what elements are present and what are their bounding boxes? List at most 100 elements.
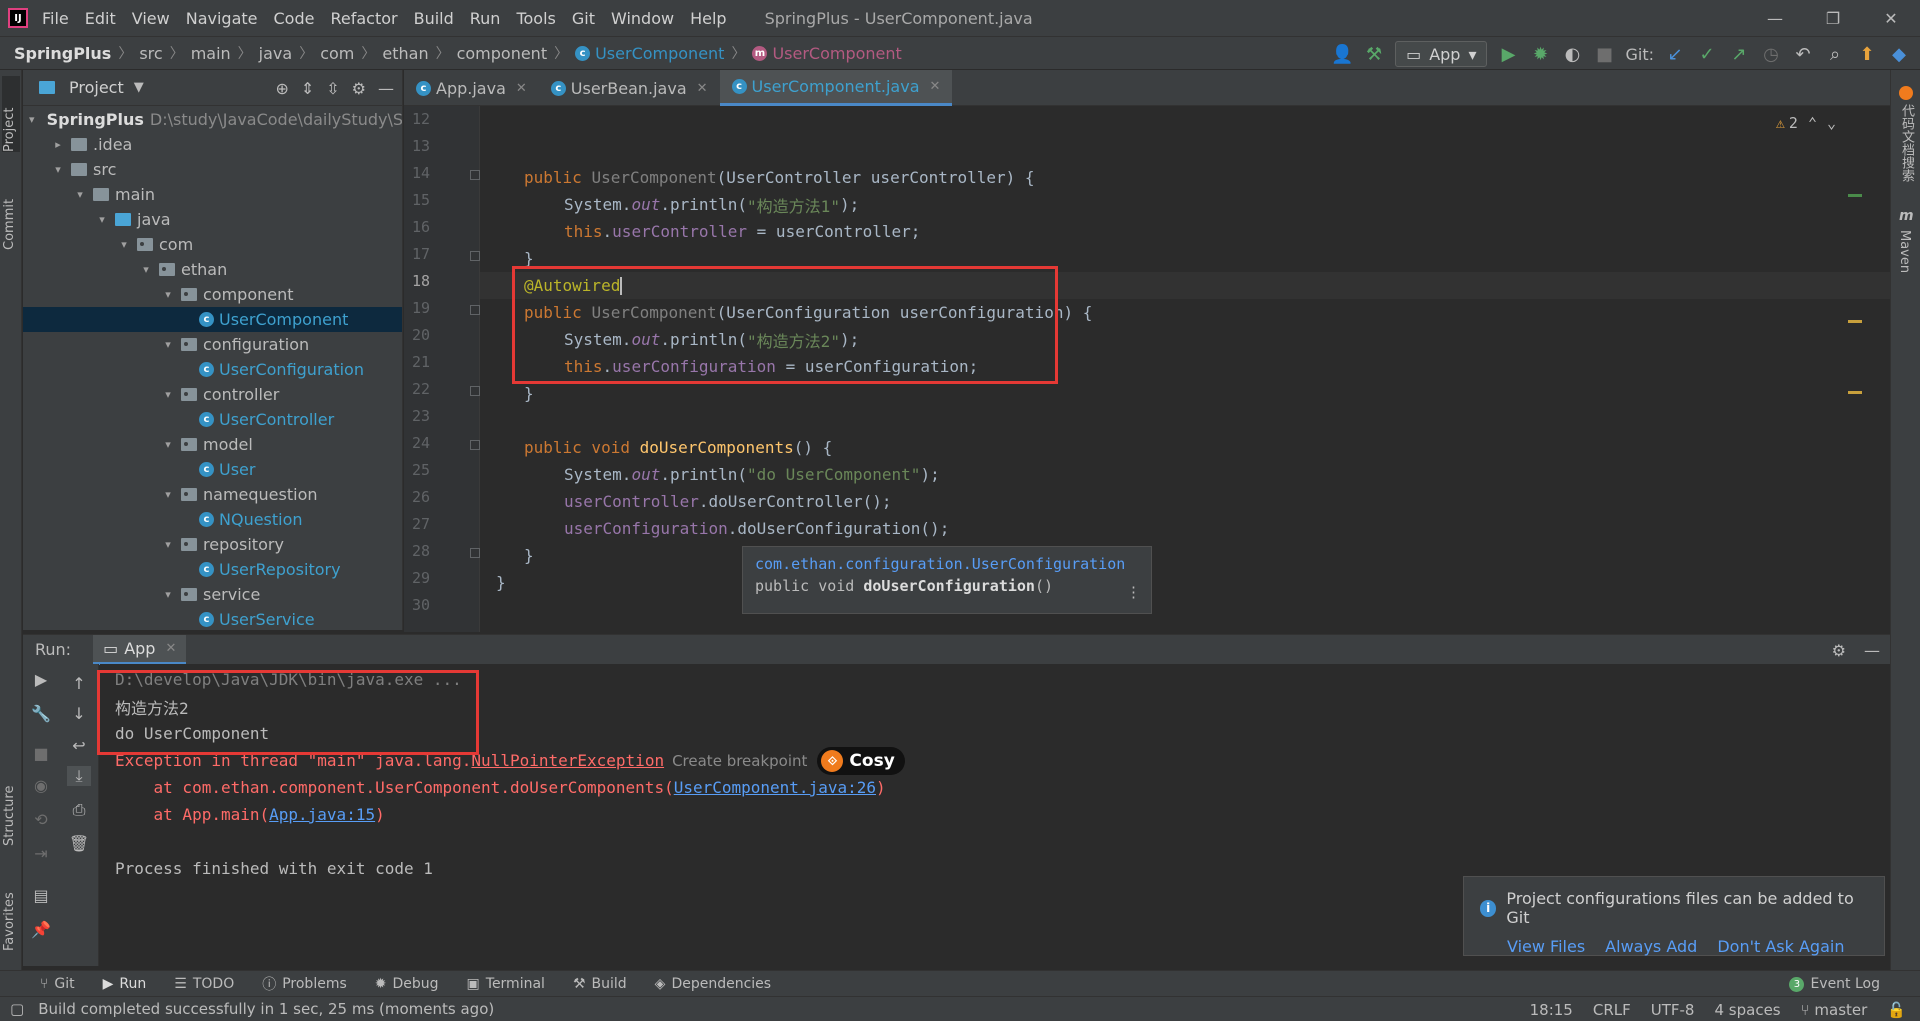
git-commit-check-icon[interactable]: ✓ xyxy=(1696,44,1718,65)
maven-tool-tab[interactable]: Maven xyxy=(1897,230,1912,273)
tree-item-main[interactable]: ▾ main xyxy=(23,182,402,207)
breadcrumb-project[interactable]: SpringPlus xyxy=(14,44,111,63)
doc-search-tool-tab[interactable]: 代码文档搜索 xyxy=(1897,104,1916,182)
dont-ask-again-link[interactable]: Don't Ask Again xyxy=(1717,937,1844,956)
menu-git[interactable]: Git xyxy=(572,9,595,28)
tree-item-java[interactable]: ▾ java xyxy=(23,207,402,232)
git-update-icon[interactable]: ↙ xyxy=(1664,44,1686,65)
soft-wrap-icon[interactable]: ↩ xyxy=(67,736,91,755)
cosy-button[interactable]: ⟐ Cosy xyxy=(817,746,905,775)
fold-marker-icon[interactable] xyxy=(470,170,480,180)
tree-item-usercomponent[interactable]: c UserComponent xyxy=(23,307,402,332)
tree-item-namequestion[interactable]: ▾ namequestion xyxy=(23,482,402,507)
breadcrumb-main[interactable]: main xyxy=(191,44,231,63)
toolwindow-debug[interactable]: ✹ Debug xyxy=(375,976,439,992)
minimize-icon[interactable]: — xyxy=(1746,0,1804,36)
run-configuration-select[interactable]: ▭ App ▾ xyxy=(1395,41,1488,67)
hint-class-name[interactable]: com.ethan.configuration.UserConfiguratio… xyxy=(755,555,1139,573)
create-breakpoint-link[interactable]: Create breakpoint xyxy=(672,752,807,770)
tree-item-ethan[interactable]: ▾ ethan xyxy=(23,257,402,282)
tab-userbean-java[interactable]: c UserBean.java ✕ xyxy=(539,70,720,106)
tree-item-com[interactable]: ▾ com xyxy=(23,232,402,257)
tree-item-model[interactable]: ▾ model xyxy=(23,432,402,457)
toggle-tool-windows-icon[interactable]: ▢ xyxy=(10,1000,24,1018)
close-tab-icon[interactable]: ✕ xyxy=(165,641,176,656)
tab-usercomponent-java[interactable]: c UserComponent.java ✕ xyxy=(719,70,953,106)
menu-view[interactable]: View xyxy=(132,9,170,28)
expand-all-icon[interactable]: ⇕ xyxy=(301,79,314,98)
plugin-logo-icon[interactable]: ◆ xyxy=(1888,44,1910,65)
breadcrumb-com[interactable]: com xyxy=(320,44,354,63)
project-tool-tab[interactable]: Project xyxy=(2,76,20,152)
commit-tool-tab[interactable]: Commit xyxy=(2,170,20,250)
camera-icon[interactable]: ◉ xyxy=(29,776,53,795)
rollback-icon[interactable]: ↶ xyxy=(1792,44,1814,65)
breadcrumb-component[interactable]: component xyxy=(457,44,548,63)
close-window-icon[interactable]: ✕ xyxy=(1862,0,1920,36)
locate-target-icon[interactable]: ⊕ xyxy=(275,79,288,98)
editor-scrollbar[interactable] xyxy=(1848,106,1862,632)
fold-marker-icon[interactable] xyxy=(470,251,480,261)
search-icon[interactable]: ⌕ xyxy=(1824,44,1846,65)
tab-app-java[interactable]: c App.java ✕ xyxy=(404,70,539,106)
chevron-down-icon[interactable]: ▼ xyxy=(134,80,144,95)
tree-item-configuration[interactable]: ▾ configuration xyxy=(23,332,402,357)
tree-item-userservice[interactable]: c UserService xyxy=(23,607,402,630)
exit-icon[interactable]: ⇥ xyxy=(29,844,53,863)
fold-marker-icon[interactable] xyxy=(470,440,480,450)
file-encoding[interactable]: UTF-8 xyxy=(1651,1001,1695,1019)
tree-item-component[interactable]: ▾ component xyxy=(23,282,402,307)
restore-layout-icon[interactable]: ⟲ xyxy=(29,810,53,829)
stacktrace-link[interactable]: UserComponent.java:26 xyxy=(674,778,876,797)
stop-icon[interactable]: ■ xyxy=(29,744,53,763)
tree-item-root[interactable]: ▾ SpringPlus D:\study\JavaCode\dailyStudy… xyxy=(23,107,402,132)
lock-icon[interactable]: 🔓 xyxy=(1887,1001,1906,1019)
breadcrumb-class[interactable]: UserComponent xyxy=(595,44,724,63)
menu-run[interactable]: Run xyxy=(470,9,501,28)
tree-item-controller[interactable]: ▾ controller xyxy=(23,382,402,407)
view-files-link[interactable]: View Files xyxy=(1507,937,1585,956)
close-tab-icon[interactable]: ✕ xyxy=(516,81,527,96)
caret-position[interactable]: 18:15 xyxy=(1530,1001,1573,1019)
coverage-icon[interactable]: ◐ xyxy=(1561,44,1583,65)
inspection-widget[interactable]: ⚠ 2 ⌃ ⌄ xyxy=(1776,114,1836,132)
breadcrumb-java[interactable]: java xyxy=(259,44,293,63)
user-profile-icon[interactable]: 👤 xyxy=(1331,44,1353,65)
indent-setting[interactable]: 4 spaces xyxy=(1714,1001,1780,1019)
rerun-icon[interactable]: ▶ xyxy=(29,670,53,689)
gear-icon[interactable]: ⚙ xyxy=(352,79,366,98)
run-icon[interactable]: ▶ xyxy=(1497,44,1519,65)
chevron-down-icon[interactable]: ⌄ xyxy=(1827,114,1836,132)
tree-item-userrepository[interactable]: c UserRepository xyxy=(23,557,402,582)
toolwindow-terminal[interactable]: ▣ Terminal xyxy=(467,976,545,992)
favorites-tool-tab[interactable]: Favorites xyxy=(2,865,20,951)
layout-icon[interactable]: ▤ xyxy=(29,886,53,905)
structure-tool-tab[interactable]: Structure xyxy=(2,760,20,846)
build-hammer-icon[interactable]: ⚒ xyxy=(1363,44,1385,65)
toolwindow-git[interactable]: ⑂ Git xyxy=(40,976,75,992)
menu-navigate[interactable]: Navigate xyxy=(186,9,258,28)
debug-bug-icon[interactable]: ✹ xyxy=(1529,44,1551,65)
more-options-icon[interactable]: ⋮ xyxy=(1126,583,1141,601)
tree-item-usercontroller[interactable]: c UserController xyxy=(23,407,402,432)
stacktrace-link[interactable]: App.java:15 xyxy=(269,805,375,824)
git-branch-widget[interactable]: ⑂ master xyxy=(1801,1001,1868,1019)
breadcrumb-src[interactable]: src xyxy=(139,44,162,63)
menu-refactor[interactable]: Refactor xyxy=(330,9,397,28)
hide-panel-icon[interactable]: — xyxy=(378,79,394,98)
update-available-icon[interactable]: ⬆ xyxy=(1856,44,1878,65)
stop-icon[interactable]: ■ xyxy=(1593,44,1615,65)
always-add-link[interactable]: Always Add xyxy=(1605,937,1697,956)
toolwindow-build[interactable]: ⚒ Build xyxy=(573,976,627,992)
tree-item-repository[interactable]: ▾ repository xyxy=(23,532,402,557)
line-separator[interactable]: CRLF xyxy=(1593,1001,1631,1019)
toolwindow-dependencies[interactable]: ◈ Dependencies xyxy=(655,976,771,992)
tree-item-userconfiguration[interactable]: c UserConfiguration xyxy=(23,357,402,382)
pin-icon[interactable]: 📌 xyxy=(29,920,53,939)
tree-item-idea[interactable]: ▸ .idea xyxy=(23,132,402,157)
chevron-up-icon[interactable]: ⌃ xyxy=(1808,114,1817,132)
tree-item-src[interactable]: ▾ src xyxy=(23,157,402,182)
trash-icon[interactable]: 🗑 xyxy=(67,834,91,853)
event-log-button[interactable]: 3 Event Log xyxy=(1789,971,1880,997)
breadcrumb-ethan[interactable]: ethan xyxy=(382,44,428,63)
